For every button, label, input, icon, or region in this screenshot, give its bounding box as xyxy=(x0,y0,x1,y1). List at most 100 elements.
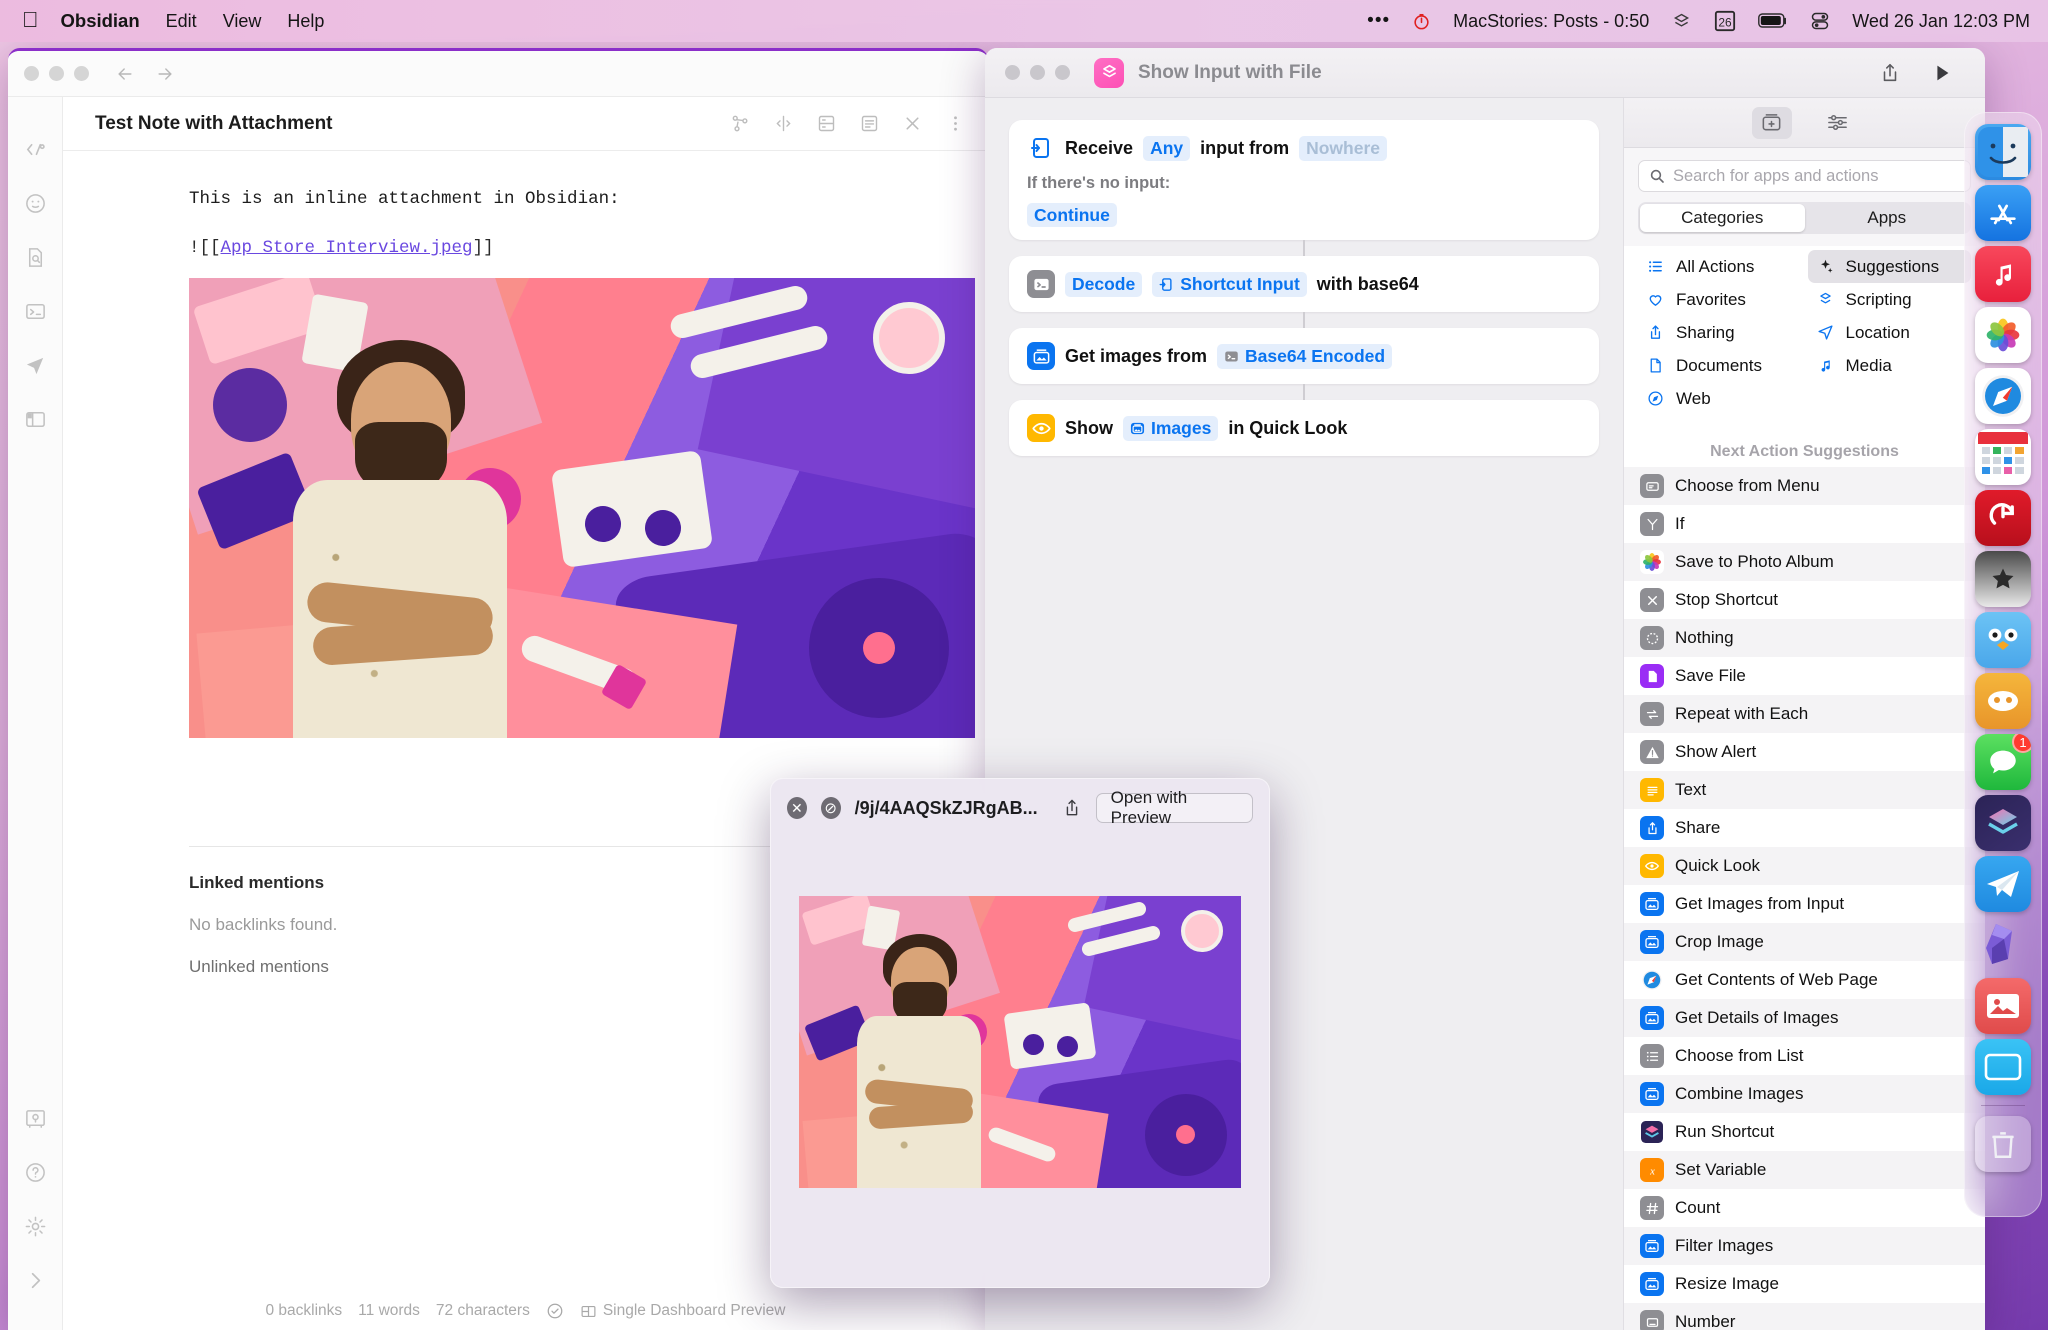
sync-check-icon[interactable] xyxy=(546,1302,564,1320)
menu-item-view[interactable]: View xyxy=(223,11,262,32)
action-token-shortcut-input[interactable]: Shortcut Input xyxy=(1152,271,1307,297)
share-icon[interactable] xyxy=(1062,798,1082,818)
reading-view-icon[interactable] xyxy=(859,113,880,134)
obsidian-navigation[interactable] xyxy=(115,64,175,84)
help-icon[interactable] xyxy=(23,1160,47,1184)
vault-icon[interactable] xyxy=(23,1106,47,1130)
suggestion-row[interactable]: Save to Photo Album xyxy=(1624,543,1985,581)
suggestion-row[interactable]: Run Shortcut xyxy=(1624,1113,1985,1151)
menubar-clock[interactable]: Wed 26 Jan 12:03 PM xyxy=(1852,11,2030,32)
suggestion-row[interactable]: Text xyxy=(1624,771,1985,809)
split-panes-icon[interactable] xyxy=(773,113,794,134)
note-composer-icon[interactable] xyxy=(816,113,837,134)
open-with-preview-button[interactable]: Open with Preview xyxy=(1095,788,1254,827)
dock-item-discord[interactable] xyxy=(1975,673,2031,729)
dock-item-finder[interactable] xyxy=(1975,124,2031,180)
action-card-receive-input[interactable]: Receive Any input from Nowhere If there'… xyxy=(1009,120,1599,240)
close-icon[interactable] xyxy=(902,113,923,134)
action-card-decode-base64[interactable]: Decode Shortcut Input with base64 xyxy=(1009,256,1599,312)
embed-link[interactable]: App Store Interview.jpeg xyxy=(221,238,473,258)
dock-item-photos[interactable] xyxy=(1975,307,2031,363)
close-window-button[interactable] xyxy=(24,66,39,81)
suggestion-row[interactable]: Resize Image xyxy=(1624,1265,1985,1303)
shortcut-details-button[interactable] xyxy=(1818,107,1858,139)
suggestion-row[interactable]: Count xyxy=(1624,1189,1985,1227)
dock-item-display-app[interactable] xyxy=(1975,1039,2031,1095)
file-search-icon[interactable] xyxy=(23,245,47,269)
zoom-window-button[interactable] xyxy=(74,66,89,81)
suggestion-row[interactable]: Share xyxy=(1624,809,1985,847)
tab-categories[interactable]: Categories xyxy=(1640,204,1805,232)
more-options-icon[interactable] xyxy=(945,113,966,134)
category-favorites[interactable]: Favorites xyxy=(1638,283,1802,316)
suggestion-row[interactable]: x Set Variable xyxy=(1624,1151,1985,1189)
suggestion-row[interactable]: Crop Image xyxy=(1624,923,1985,961)
window-traffic-lights[interactable] xyxy=(1005,65,1070,80)
menu-item-obsidian[interactable]: Obsidian xyxy=(61,10,140,32)
menubar-overflow-icon[interactable]: ••• xyxy=(1367,10,1390,32)
menu-item-help[interactable]: Help xyxy=(287,11,324,32)
inline-attachment-image[interactable] xyxy=(63,277,988,738)
dock-item-app-store[interactable] xyxy=(1975,185,2031,241)
close-window-button[interactable] xyxy=(1005,65,1020,80)
minimize-window-button[interactable] xyxy=(49,66,64,81)
category-sharing[interactable]: Sharing xyxy=(1638,316,1802,349)
calendar-26-icon[interactable]: 26 xyxy=(1714,10,1736,32)
action-token-no-input[interactable]: Continue xyxy=(1027,203,1117,227)
suggestions-list[interactable]: Choose from Menu If Save to Photo Album Sto… xyxy=(1624,467,1985,1330)
close-circle-icon[interactable]: ✕ xyxy=(787,797,807,819)
timer-status-text[interactable]: MacStories: Posts - 0:50 xyxy=(1453,11,1649,32)
suggestion-row[interactable]: Get Contents of Web Page xyxy=(1624,961,1985,999)
forward-arrow-icon[interactable] xyxy=(155,64,175,84)
minimize-window-button[interactable] xyxy=(1030,65,1045,80)
suggestion-row[interactable]: Save File xyxy=(1624,657,1985,695)
suggestion-row[interactable]: Combine Images xyxy=(1624,1075,1985,1113)
dock-item-twitter-client[interactable] xyxy=(1975,612,2031,668)
share-icon[interactable] xyxy=(1879,62,1901,84)
suggestion-row[interactable]: Get Images from Input xyxy=(1624,885,1985,923)
action-token-input-source[interactable]: Nowhere xyxy=(1299,135,1388,161)
percent-snippet-icon[interactable] xyxy=(23,137,47,161)
action-token-decode[interactable]: Decode xyxy=(1065,271,1143,297)
dock-item-timery[interactable] xyxy=(1975,490,2031,546)
category-location[interactable]: Location xyxy=(1808,316,1972,349)
suggestion-row[interactable]: Stop Shortcut xyxy=(1624,581,1985,619)
back-arrow-icon[interactable] xyxy=(115,64,135,84)
suggestion-row[interactable]: Choose from Menu xyxy=(1624,467,1985,505)
obsidian-note-toolbar[interactable] xyxy=(730,113,966,134)
play-icon[interactable] xyxy=(1931,62,1953,84)
dock-item-telegram[interactable] xyxy=(1975,856,2031,912)
action-token-images[interactable]: Images xyxy=(1123,415,1219,441)
action-token-input-type[interactable]: Any xyxy=(1143,135,1191,161)
graph-view-icon[interactable] xyxy=(730,113,751,134)
category-web[interactable]: Web xyxy=(1638,382,1802,415)
search-input[interactable] xyxy=(1673,166,1960,186)
dock-item-trash[interactable] xyxy=(1975,1116,2031,1172)
terminal-icon[interactable] xyxy=(23,299,47,323)
library-segmented-control[interactable]: Categories Apps xyxy=(1638,202,1971,234)
obsidian-left-ribbon[interactable] xyxy=(8,97,63,1330)
control-center-icon[interactable] xyxy=(1810,11,1830,31)
category-all-actions[interactable]: All Actions xyxy=(1638,250,1802,283)
send-icon[interactable] xyxy=(23,353,47,377)
dock-item-obsidian[interactable] xyxy=(1975,917,2031,973)
category-scripting[interactable]: Scripting xyxy=(1808,283,1972,316)
action-card-get-images[interactable]: Get images from Base64 Encoded xyxy=(1009,328,1599,384)
suggestion-row[interactable]: Filter Images xyxy=(1624,1227,1985,1265)
shortcuts-titlebar-actions[interactable] xyxy=(1879,62,1965,84)
dock-item-image-app[interactable] xyxy=(1975,978,2031,1034)
tab-apps[interactable]: Apps xyxy=(1805,204,1970,232)
window-traffic-lights[interactable] xyxy=(24,66,89,81)
obsidian-ribbon-bottom[interactable] xyxy=(23,1106,47,1330)
dock-item-reeder[interactable] xyxy=(1975,551,2031,607)
suggestion-row[interactable]: Get Details of Images xyxy=(1624,999,1985,1037)
dock-item-fantastical[interactable] xyxy=(1975,429,2031,485)
dock-item-music[interactable] xyxy=(1975,246,2031,302)
expand-right-icon[interactable] xyxy=(23,1268,47,1292)
status-layout[interactable]: Single Dashboard Preview xyxy=(580,1302,786,1320)
suggestion-row[interactable]: Show Alert xyxy=(1624,733,1985,771)
suggestion-row[interactable]: Repeat with Each xyxy=(1624,695,1985,733)
shortcuts-menu-icon[interactable] xyxy=(1671,11,1692,32)
menu-item-edit[interactable]: Edit xyxy=(166,11,197,32)
category-suggestions[interactable]: Suggestions xyxy=(1807,250,1971,283)
